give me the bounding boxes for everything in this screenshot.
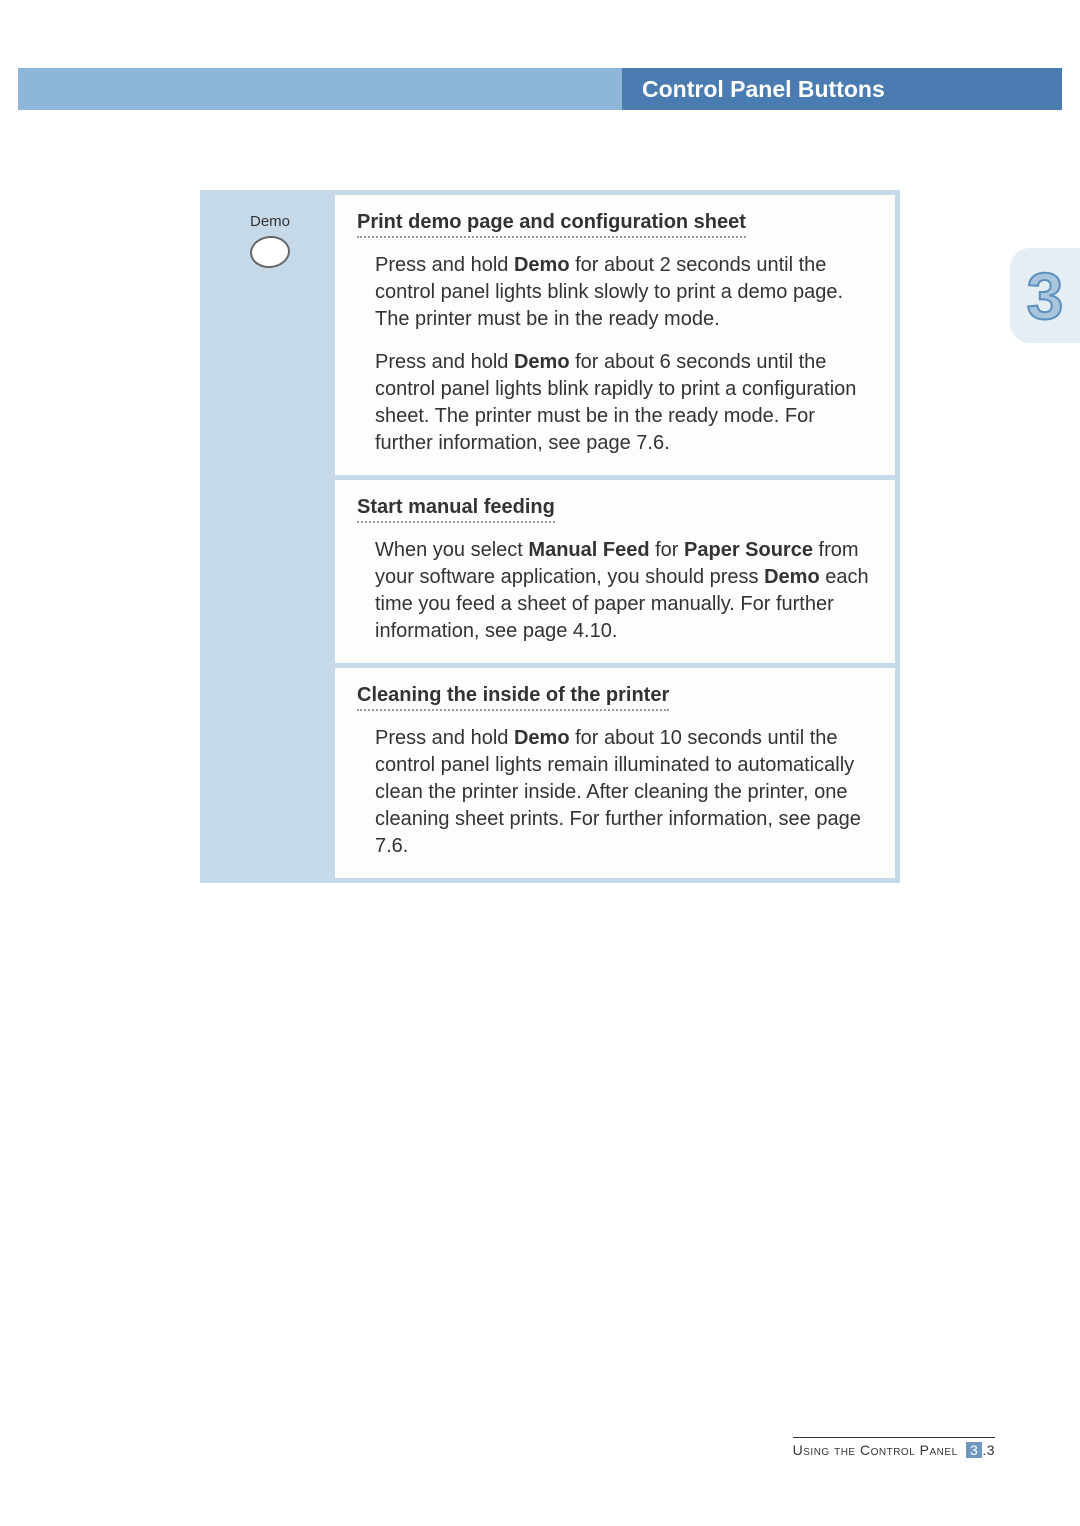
panel-heading: Print demo page and configuration sheet [357,211,746,238]
header-bar: Control Panel Buttons [18,68,1062,110]
panel-paragraph: Press and hold Demo for about 2 seconds … [357,252,873,333]
panel-manual-feeding: Start manual feeding When you select Man… [335,480,895,663]
chapter-tab: 3 [1010,248,1080,343]
panel-heading: Start manual feeding [357,496,555,523]
footer-section-number: 3 [966,1442,982,1458]
panel-print-demo: Print demo page and configuration sheet … [335,195,895,475]
panels-column: Print demo page and configuration sheet … [335,195,895,878]
panel-cleaning: Cleaning the inside of the printer Press… [335,668,895,878]
demo-button-column: Demo [205,195,335,878]
panel-heading: Cleaning the inside of the printer [357,684,669,711]
demo-button-icon [248,234,291,270]
footer-text: Using the Control Panel [793,1442,958,1458]
content-card: Demo Print demo page and configuration s… [200,190,900,883]
panel-paragraph: Press and hold Demo for about 10 seconds… [357,725,873,860]
footer-page-number: .3 [982,1442,995,1458]
panel-paragraph: Press and hold Demo for about 6 seconds … [357,349,873,457]
page-footer: Using the Control Panel 3.3 [793,1437,995,1458]
panel-paragraph: When you select Manual Feed for Paper So… [357,537,873,645]
demo-label: Demo [205,213,335,230]
header-bar-left [18,68,622,110]
header-title: Control Panel Buttons [622,68,1062,110]
chapter-number: 3 [1027,258,1064,334]
